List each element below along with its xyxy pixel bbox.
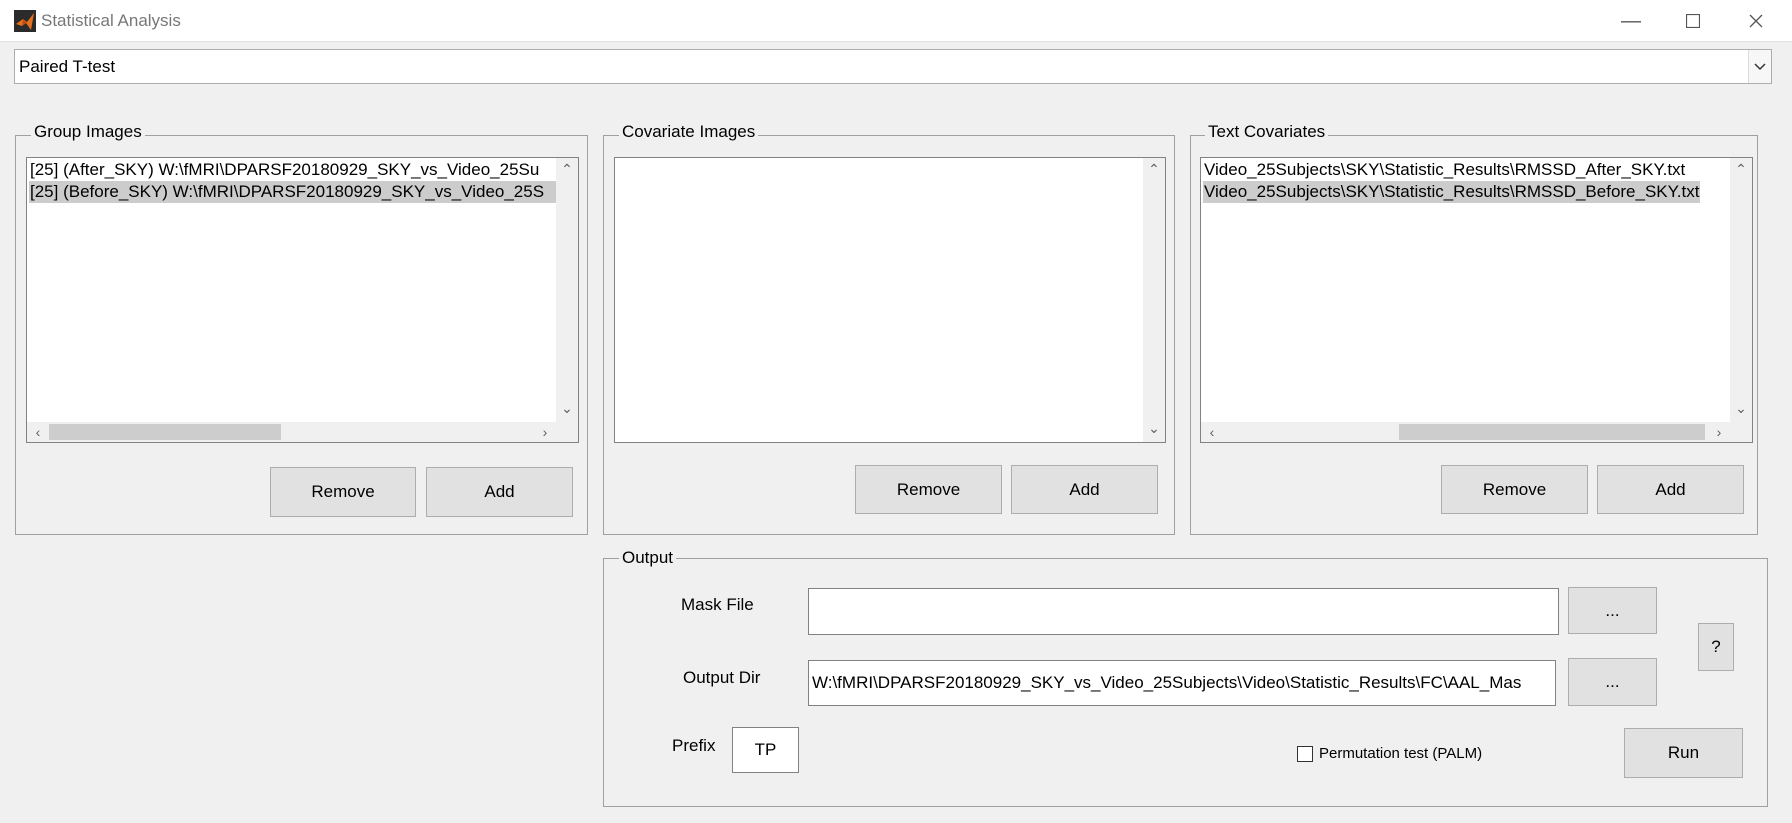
scroll-down-icon[interactable]: ⌄ [1733,400,1749,416]
output-dir-label: Output Dir [683,668,761,687]
list-item[interactable]: [25] (Before_SKY) W:\fMRI\DPARSF20180929… [29,181,561,203]
output-dir-browse-button[interactable]: ... [1568,658,1657,706]
mask-file-label: Mask File [681,595,754,614]
window-title: Statistical Analysis [41,11,181,30]
scroll-left-icon[interactable]: ‹ [30,424,46,440]
dropdown-arrow[interactable] [1748,50,1771,83]
scroll-thumb[interactable] [1399,424,1705,440]
text-covariates-list[interactable]: Video_25Subjects\SKY\Statistic_Results\R… [1200,157,1753,443]
mask-file-field[interactable] [808,588,1559,635]
chevron-down-icon [1754,63,1766,71]
output-legend: Output [619,548,677,568]
vertical-scrollbar[interactable]: ⌃ ⌄ [1143,158,1165,442]
group-images-list[interactable]: [25] (After_SKY) W:\fMRI\DPARSF20180929_… [26,157,579,443]
help-button[interactable]: ? [1698,623,1734,671]
covariate-remove-button[interactable]: Remove [855,465,1002,514]
scroll-left-icon[interactable]: ‹ [1204,424,1220,440]
horizontal-scrollbar[interactable]: ‹ › [1201,422,1752,442]
mask-browse-button[interactable]: ... [1568,587,1657,634]
maximize-button[interactable] [1670,6,1716,36]
output-dir-field[interactable]: W:\fMRI\DPARSF20180929_SKY_vs_Video_25Su… [808,660,1556,706]
run-button[interactable]: Run [1624,728,1743,778]
scroll-up-icon[interactable]: ⌃ [1146,161,1162,177]
horizontal-scrollbar[interactable]: ‹ › [27,422,578,442]
minimize-icon: — [1621,10,1641,32]
vertical-scrollbar[interactable]: ⌃ ⌄ [1730,158,1752,422]
group-images-legend: Group Images [31,122,145,142]
scroll-right-icon[interactable]: › [537,424,553,440]
scroll-thumb[interactable] [49,424,281,440]
minimize-button[interactable]: — [1608,6,1654,36]
group-add-button[interactable]: Add [426,467,573,517]
scroll-up-icon[interactable]: ⌃ [1733,161,1749,177]
scroll-up-icon[interactable]: ⌃ [559,161,575,177]
vertical-scrollbar[interactable]: ⌃ ⌄ [556,158,578,422]
covariate-add-button[interactable]: Add [1011,465,1158,514]
text-covariate-remove-button[interactable]: Remove [1441,465,1588,514]
permutation-checkbox[interactable] [1297,746,1313,762]
matlab-logo-icon [14,10,36,32]
scroll-right-icon[interactable]: › [1711,424,1727,440]
scroll-down-icon[interactable]: ⌄ [1146,420,1162,436]
list-item[interactable]: Video_25Subjects\SKY\Statistic_Results\R… [1203,181,1701,203]
prefix-label: Prefix [672,736,716,755]
permutation-label: Permutation test (PALM) [1319,745,1483,762]
title-bar: Statistical Analysis — [0,0,1792,42]
test-type-value: Paired T-test [19,57,116,76]
test-type-select[interactable]: Paired T-test [14,49,1772,84]
maximize-icon [1685,13,1701,29]
list-item[interactable]: Video_25Subjects\SKY\Statistic_Results\R… [1203,159,1686,181]
close-button[interactable] [1733,6,1779,36]
text-covariate-add-button[interactable]: Add [1597,465,1744,514]
scroll-down-icon[interactable]: ⌄ [559,400,575,416]
prefix-field[interactable]: TP [732,727,799,773]
text-covariates-legend: Text Covariates [1205,122,1329,142]
covariate-images-legend: Covariate Images [619,122,759,142]
group-remove-button[interactable]: Remove [270,467,416,517]
close-icon [1749,14,1763,28]
list-item[interactable]: [25] (After_SKY) W:\fMRI\DPARSF20180929_… [29,159,540,181]
covariate-images-list[interactable]: ⌃ ⌄ [614,157,1166,443]
